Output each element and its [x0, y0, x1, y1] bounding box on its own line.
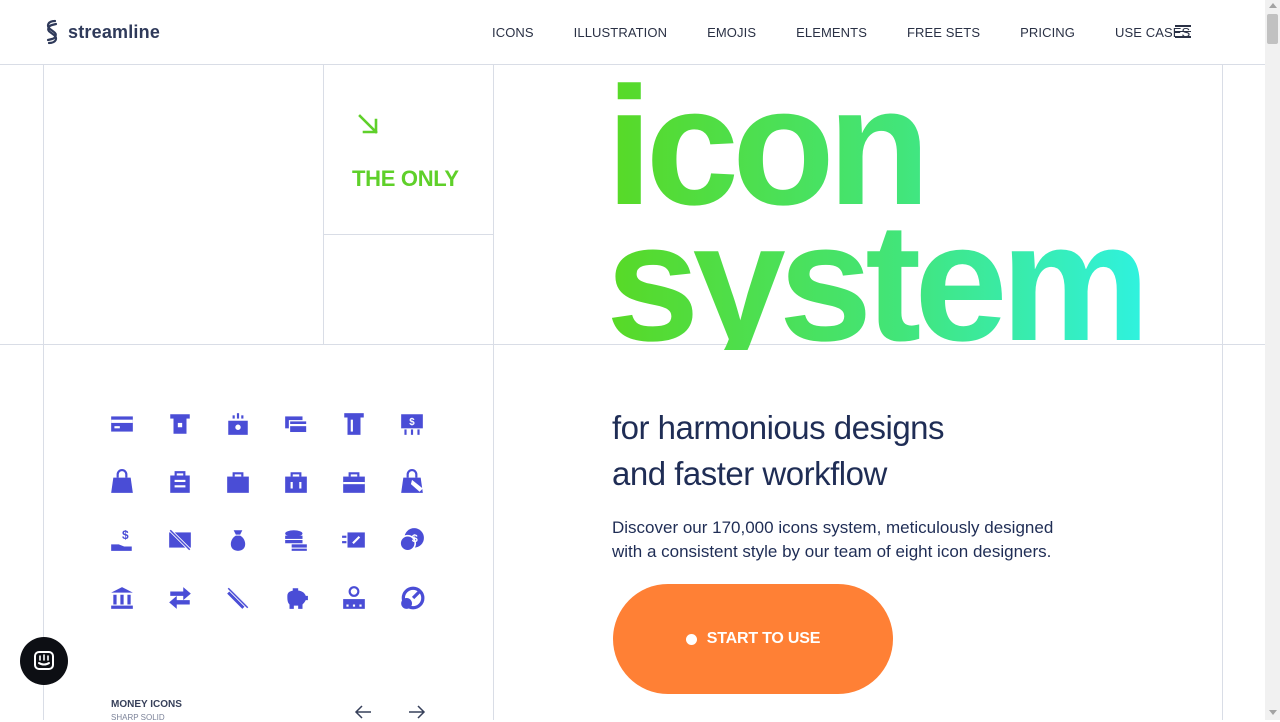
arrow-left-icon[interactable] — [353, 703, 373, 721]
hero-subheading: for harmonious designs and faster workfl… — [612, 405, 945, 497]
shopping-bag-icon[interactable] — [108, 468, 136, 496]
dot-icon — [685, 633, 697, 645]
nav-emojis[interactable]: EMOJIS — [707, 25, 756, 40]
icon-set-name: MONEY ICONS — [111, 699, 182, 710]
vertical-scrollbar[interactable] — [1265, 0, 1280, 720]
grid-line — [43, 64, 44, 720]
cash-transfer-icon[interactable] — [340, 526, 368, 554]
bank-icon[interactable] — [108, 584, 136, 612]
scrollbar-thumb[interactable] — [1267, 14, 1278, 44]
hand-dollar-icon[interactable]: $ — [108, 526, 136, 554]
streamline-logo[interactable]: streamline — [42, 18, 160, 46]
nav-illustration[interactable]: ILLUSTRATION — [574, 25, 667, 40]
grid-line — [1222, 64, 1223, 720]
atm-icon[interactable] — [340, 410, 368, 438]
money-sign-board-icon[interactable]: $ — [398, 410, 426, 438]
hero-description: Discover our 170,000 icons system, metic… — [612, 518, 1054, 561]
chat-launcher-button[interactable] — [20, 637, 68, 685]
arrow-down-right-icon — [358, 114, 378, 134]
coin-stack-icon[interactable] — [282, 526, 310, 554]
svg-text:$: $ — [409, 417, 415, 428]
coin-dollar-icon[interactable]: $ — [398, 526, 426, 554]
cards-icon[interactable] — [282, 410, 310, 438]
atm-card-icon[interactable] — [166, 410, 194, 438]
shopping-bag-list-icon[interactable] — [166, 468, 194, 496]
hero-title-line-2: system — [606, 188, 1144, 376]
piggy-bank-icon[interactable] — [282, 584, 310, 612]
credit-card-icon[interactable] — [108, 410, 136, 438]
subheading-line-2: and faster workflow — [612, 455, 887, 492]
money-bag-icon[interactable] — [224, 526, 252, 554]
svg-text:$: $ — [412, 533, 418, 545]
start-to-use-button[interactable]: START TO USE — [613, 584, 893, 694]
basket-icon[interactable] — [282, 468, 310, 496]
icon-set-style: SHARP SOLID — [111, 713, 165, 722]
cash-register-icon[interactable] — [224, 410, 252, 438]
scroll-down-icon[interactable] — [1269, 710, 1277, 715]
chat-icon — [34, 651, 54, 670]
gauge-coin-icon[interactable] — [398, 584, 426, 612]
subheading-line-1: for harmonious designs — [612, 409, 945, 446]
bag-discount-icon[interactable] — [398, 468, 426, 496]
cash-register-machine-icon[interactable] — [340, 584, 368, 612]
hero-title: icon system — [606, 78, 1143, 350]
exchange-arrows-icon[interactable] — [166, 584, 194, 612]
the-only-label: THE ONLY — [352, 166, 459, 191]
nav-free-sets[interactable]: FREE SETS — [907, 25, 980, 40]
no-payment-icon[interactable] — [224, 584, 252, 612]
briefcase-icon[interactable] — [340, 468, 368, 496]
no-cash-icon[interactable] — [166, 526, 194, 554]
arrow-right-icon[interactable] — [407, 703, 427, 721]
scroll-up-icon[interactable] — [1269, 3, 1277, 8]
grid-line — [323, 234, 493, 235]
nav-pricing[interactable]: PRICING — [1020, 25, 1075, 40]
svg-text:$: $ — [122, 528, 129, 542]
grid-line — [323, 64, 324, 345]
logo-text: streamline — [68, 21, 161, 42]
nav-icons[interactable]: ICONS — [492, 25, 534, 40]
nav-elements[interactable]: ELEMENTS — [796, 25, 867, 40]
bag-icon[interactable] — [224, 468, 252, 496]
grid-line — [493, 64, 494, 720]
streamline-logo-icon — [46, 19, 58, 45]
cta-label: START TO USE — [706, 630, 821, 647]
hamburger-menu-icon[interactable] — [1175, 25, 1191, 38]
